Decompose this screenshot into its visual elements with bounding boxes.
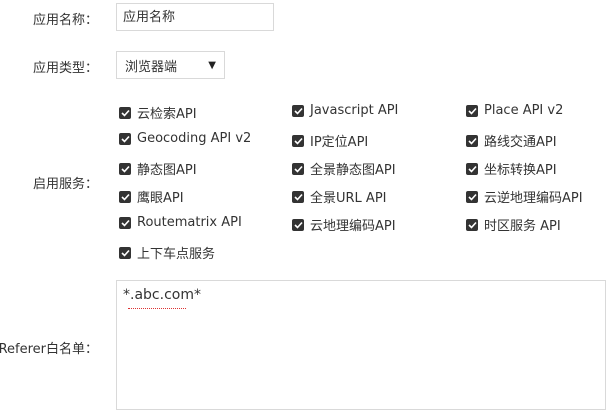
service-checkbox[interactable]: 路线交通API (466, 131, 557, 150)
service-label: Geocoding API v2 (137, 131, 252, 146)
app-name-input[interactable] (116, 3, 274, 31)
check-icon (292, 134, 304, 147)
service-checkbox[interactable]: IP定位API (292, 131, 368, 150)
service-checkbox[interactable]: 云地理编码API (292, 215, 396, 234)
service-checkbox[interactable]: 全景静态图API (292, 159, 396, 178)
check-icon (119, 216, 131, 229)
service-checkbox[interactable]: 静态图API (119, 159, 197, 178)
service-checkbox[interactable]: Javascript API (292, 103, 398, 118)
check-icon (466, 104, 478, 117)
service-label: 全景URL API (310, 191, 387, 206)
check-icon (292, 162, 304, 175)
service-checkbox[interactable]: Geocoding API v2 (119, 131, 251, 146)
check-icon (119, 190, 131, 203)
service-label: 路线交通API (484, 135, 557, 150)
caret-down-icon: ▼ (208, 59, 216, 71)
service-label: Javascript API (310, 103, 399, 118)
check-icon (466, 218, 478, 231)
service-checkbox[interactable]: 鹰眼API (119, 187, 184, 206)
referer-textarea[interactable]: *.abc.com* (116, 280, 606, 410)
service-label: 云检索API (137, 107, 197, 122)
check-icon (119, 246, 131, 259)
app-type-select[interactable]: 浏览器端 ▼ (116, 51, 225, 79)
service-label: 上下车点服务 (137, 247, 216, 262)
service-checkbox[interactable]: 时区服务 API (466, 215, 561, 234)
check-icon (292, 104, 304, 117)
service-label: 静态图API (137, 163, 197, 178)
referer-label: Referer白名单： (0, 342, 98, 357)
service-checkbox[interactable]: Routematrix API (119, 215, 242, 230)
service-label: 云逆地理编码API (484, 191, 583, 206)
services-label: 启用服务： (32, 177, 98, 192)
service-label: 云地理编码API (310, 219, 396, 234)
check-icon (119, 132, 131, 145)
service-label: 全景静态图API (310, 163, 396, 178)
service-label: IP定位API (310, 135, 369, 150)
check-icon (466, 162, 478, 175)
service-checkbox[interactable]: 坐标转换API (466, 159, 557, 178)
service-checkbox[interactable]: 全景URL API (292, 187, 387, 206)
check-icon (119, 106, 131, 119)
service-label: 坐标转换API (484, 163, 557, 178)
service-label: Routematrix API (137, 215, 242, 230)
service-label: 鹰眼API (137, 191, 184, 206)
check-icon (466, 190, 478, 203)
check-icon (292, 218, 304, 231)
app-type-value: 浏览器端 (125, 59, 178, 75)
service-label: Place API v2 (484, 103, 564, 118)
check-icon (292, 190, 304, 203)
app-name-label: 应用名称： (32, 13, 98, 28)
service-label: 时区服务 API (484, 219, 561, 234)
service-checkbox[interactable]: 云检索API (119, 103, 197, 122)
service-checkbox[interactable]: Place API v2 (466, 103, 563, 118)
service-checkbox[interactable]: 上下车点服务 (119, 243, 215, 262)
check-icon (119, 162, 131, 175)
check-icon (466, 134, 478, 147)
app-type-label: 应用类型： (32, 61, 98, 76)
service-checkbox[interactable]: 云逆地理编码API (466, 187, 583, 206)
